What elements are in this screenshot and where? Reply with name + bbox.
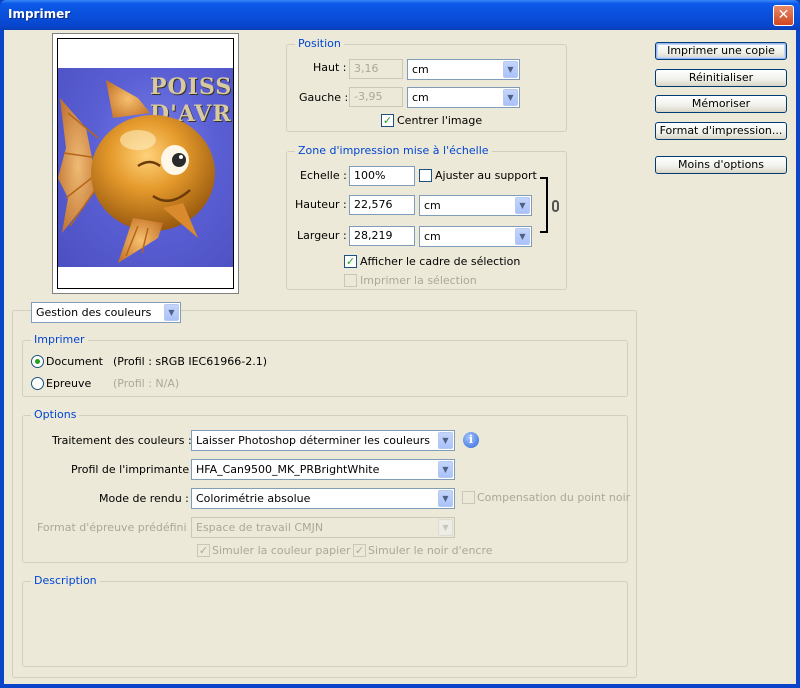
height-label: Hauteur : [295, 198, 347, 211]
description-legend: Description [31, 574, 100, 587]
print-selection-checkbox [344, 274, 357, 287]
left-unit-select[interactable]: cm ▼ [407, 87, 520, 108]
top-input[interactable]: 3,16 [349, 59, 403, 79]
width-unit-select[interactable]: cm ▼ [419, 226, 532, 247]
printer-profile-value: HFA_Can9500_MK_PRBrightWhite [196, 463, 380, 476]
fewer-options-button[interactable]: Moins d'options [655, 156, 787, 174]
chevron-down-icon: ▼ [515, 197, 530, 214]
scaled-print-legend: Zone d'impression mise à l'échelle [295, 144, 492, 157]
options-legend: Options [31, 408, 80, 421]
printer-profile-label: Profil de l'imprimante : [71, 463, 197, 476]
info-icon[interactable]: i [463, 432, 479, 448]
chevron-down-icon: ▼ [438, 490, 453, 507]
page-setup-button[interactable]: Format d'impression... [655, 122, 787, 140]
fish-illustration [58, 80, 215, 263]
proof-profile: (Profil : N/A) [113, 377, 180, 390]
chevron-down-icon: ▼ [438, 461, 453, 478]
width-unit-value: cm [424, 230, 441, 243]
options-group: Options Traitement des couleurs : Laisse… [22, 408, 631, 563]
proof-radio[interactable] [31, 377, 44, 390]
top-unit-select[interactable]: cm ▼ [407, 59, 520, 80]
paper-color-checkbox: ✓ [197, 544, 210, 557]
chevron-down-icon: ▼ [515, 228, 530, 245]
show-bbox-checkbox[interactable]: ✓ [344, 255, 357, 268]
color-handling-label: Traitement des couleurs : [52, 434, 192, 447]
document-radio[interactable] [31, 355, 44, 368]
proof-setup-label: Format d'épreuve prédéfini : [37, 521, 194, 534]
close-icon: ✕ [777, 7, 790, 23]
proof-setup-select: Espace de travail CMJN ▼ [191, 517, 455, 538]
close-button[interactable]: ✕ [773, 5, 794, 26]
proof-setup-value: Espace de travail CMJN [196, 521, 324, 534]
center-image-label[interactable]: Centrer l'image [397, 114, 482, 127]
color-handling-value: Laisser Photoshop déterminer les couleur… [196, 434, 431, 447]
height-unit-value: cm [424, 199, 441, 212]
black-point-checkbox [462, 491, 475, 504]
chevron-down-icon: ▼ [503, 61, 518, 78]
print-source-legend: Imprimer [31, 333, 88, 346]
scaled-print-group: Zone d'impression mise à l'échelle Echel… [286, 144, 567, 290]
chain-link-icon[interactable] [552, 200, 559, 212]
printer-profile-select[interactable]: HFA_Can9500_MK_PRBrightWhite ▼ [191, 459, 455, 480]
height-input[interactable]: 22,576 [349, 195, 415, 215]
scale-input[interactable]: 100% [349, 166, 415, 186]
rendering-intent-select[interactable]: Colorimétrie absolue ▼ [191, 488, 455, 509]
preview-page: POISS D'AVR [57, 38, 234, 289]
left-input[interactable]: -3,95 [349, 87, 403, 107]
print-dialog: Imprimer ✕ POISS D'AVR Position Haut: 3… [0, 0, 800, 688]
print-selection-label: Imprimer la sélection [360, 274, 477, 287]
rendering-intent-value: Colorimétrie absolue [196, 492, 311, 505]
dialog-body: POISS D'AVR Position Haut: 3,16 cm ▼ Ga… [4, 30, 796, 684]
print-source-group: Imprimer Document (Profil : sRGB IEC6196… [22, 333, 628, 397]
window-title: Imprimer [8, 7, 71, 21]
preview-image[interactable]: POISS D'AVR [58, 68, 233, 267]
paper-color-label: Simuler la couleur papier [212, 544, 351, 557]
show-bbox-label[interactable]: Afficher le cadre de sélection [360, 255, 520, 268]
print-preview: POISS D'AVR [52, 33, 239, 294]
chevron-down-icon: ▼ [164, 304, 179, 321]
black-point-label: Compensation du point noir [477, 491, 631, 504]
height-unit-select[interactable]: cm ▼ [419, 195, 532, 216]
black-ink-checkbox: ✓ [353, 544, 366, 557]
chevron-down-icon: ▼ [503, 89, 518, 106]
position-group: Position Haut : 3,16 cm ▼ Gauche : -3,95… [286, 37, 567, 132]
proof-label[interactable]: Epreuve [46, 377, 91, 390]
section-dropdown-value: Gestion des couleurs [36, 306, 152, 319]
description-group: Description [22, 574, 628, 667]
document-label[interactable]: Document [46, 355, 103, 368]
fit-media-label[interactable]: Ajuster au support [435, 169, 537, 182]
title-bar[interactable]: Imprimer ✕ [0, 0, 800, 30]
section-dropdown[interactable]: Gestion des couleurs ▼ [31, 302, 181, 323]
top-unit-value: cm [412, 63, 429, 76]
left-label: Gauche : [299, 91, 349, 104]
width-label: Largeur : [297, 229, 347, 242]
scale-label: Echelle : [300, 169, 347, 182]
left-unit-value: cm [412, 91, 429, 104]
center-image-checkbox[interactable]: ✓ [381, 114, 394, 127]
chevron-down-icon: ▼ [438, 432, 453, 449]
top-label: Haut : [313, 61, 347, 74]
chevron-down-icon: ▼ [438, 519, 453, 536]
memorize-button[interactable]: Mémoriser [655, 95, 787, 113]
reset-button[interactable]: Réinitialiser [655, 69, 787, 87]
document-profile: (Profil : sRGB IEC61966-2.1) [113, 355, 267, 368]
color-handling-select[interactable]: Laisser Photoshop déterminer les couleur… [191, 430, 455, 451]
black-ink-label: Simuler le noir d'encre [368, 544, 493, 557]
print-one-copy-button[interactable]: Imprimer une copie [655, 42, 787, 60]
position-legend: Position [295, 37, 344, 50]
rendering-intent-label: Mode de rendu : [99, 492, 189, 505]
proportion-bracket [540, 177, 548, 233]
fit-media-checkbox[interactable] [419, 169, 432, 182]
width-input[interactable]: 28,219 [349, 226, 415, 246]
